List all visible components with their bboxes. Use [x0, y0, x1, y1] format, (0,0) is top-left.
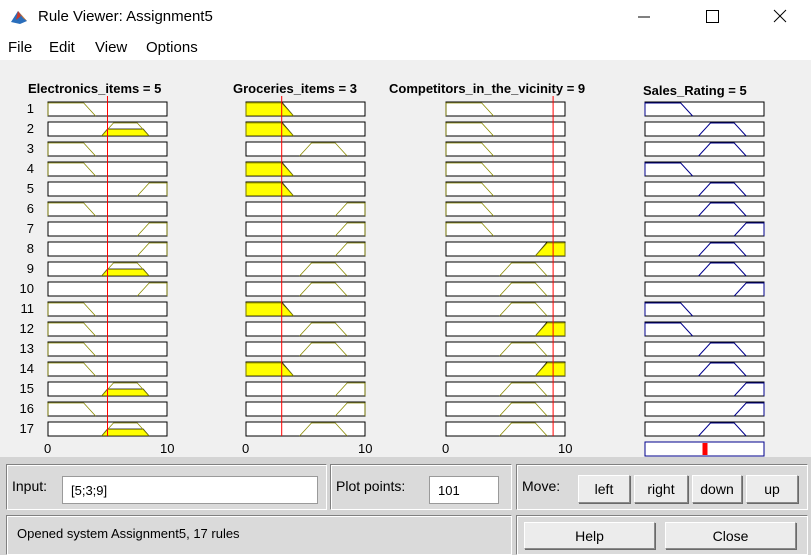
menu-edit[interactable]: Edit: [49, 39, 75, 56]
menu-options[interactable]: Options: [146, 39, 198, 56]
membership-fill: [100, 128, 151, 137]
rule-plot-area: Electronics_items = 5 Groceries_items = 3…: [0, 60, 811, 457]
rule-cell: [445, 181, 566, 197]
close-window-button[interactable]: [757, 0, 803, 34]
rule-cell: [245, 241, 366, 257]
rule-cell: [245, 401, 366, 417]
rule-number: 1: [27, 101, 34, 116]
column-title-3: Competitors_in_the_vicinity = 9: [389, 81, 585, 96]
axis-tick-label: 10: [160, 441, 174, 456]
rule-number: 8: [27, 241, 34, 256]
rule-cell: [644, 161, 765, 177]
rule-cell: [445, 201, 566, 217]
move-panel: Move: left right down up: [516, 464, 808, 510]
rule-number: 11: [21, 301, 35, 316]
rule-number: 6: [27, 201, 34, 216]
rule-number: 10: [20, 281, 34, 296]
axis-tick-label: 10: [358, 441, 372, 456]
rule-cell: [644, 301, 765, 317]
membership-fill: [100, 268, 151, 277]
rule-number: 3: [27, 141, 34, 156]
rule-cell: [644, 221, 765, 237]
menu-file[interactable]: File: [8, 39, 32, 56]
input-field[interactable]: [5;3;9]: [62, 476, 318, 504]
help-button[interactable]: Help: [524, 522, 655, 549]
close-button[interactable]: Close: [665, 522, 796, 549]
title-bar: Rule Viewer: Assignment5: [0, 0, 811, 34]
rule-cell: [245, 221, 366, 237]
status-panel: Opened system Assignment5, 17 rules: [6, 515, 512, 555]
move-left-button[interactable]: left: [578, 475, 630, 503]
move-label: Move:: [522, 478, 561, 494]
menu-bar: File Edit View Options: [0, 34, 811, 61]
rule-number: 17: [20, 421, 34, 436]
move-right-button[interactable]: right: [634, 475, 688, 503]
rule-cell: [644, 401, 765, 417]
maximize-icon: [706, 10, 719, 23]
rule-cell: [245, 201, 366, 217]
rule-cell: [245, 381, 366, 397]
window-title: Rule Viewer: Assignment5: [38, 8, 213, 25]
input-label: Input:: [12, 478, 48, 494]
membership-fill: [100, 428, 151, 437]
rule-number: 2: [27, 121, 34, 136]
rule-number: 5: [27, 181, 34, 196]
plot-points-label: Plot points:: [336, 478, 406, 494]
minimize-icon: [638, 16, 650, 18]
rule-viewer-chart[interactable]: Electronics_items = 5 Groceries_items = 3…: [0, 60, 811, 457]
rule-cell: [644, 281, 765, 297]
rule-cell: [445, 221, 566, 237]
close-icon: [773, 9, 787, 23]
column-title-4: Sales_Rating = 5: [643, 83, 747, 98]
plot-points-panel: Plot points: 101: [330, 464, 512, 510]
menu-view[interactable]: View: [95, 39, 127, 56]
matlab-app-icon: [11, 11, 27, 24]
rule-number: 13: [20, 341, 34, 356]
rule-cell: [644, 321, 765, 337]
rule-number: 15: [20, 381, 34, 396]
move-up-button[interactable]: up: [746, 475, 798, 503]
rule-cell: [445, 121, 566, 137]
rule-cell: [644, 381, 765, 397]
rule-number: 14: [20, 361, 34, 376]
move-down-button[interactable]: down: [692, 475, 742, 503]
control-area: Input: [5;3;9] Plot points: 101 Move: le…: [0, 457, 811, 555]
rule-number: 4: [27, 161, 34, 176]
action-panel: Help Close: [516, 515, 808, 555]
rule-cell: [644, 101, 765, 117]
status-text: Opened system Assignment5, 17 rules: [17, 526, 240, 541]
rule-number: 9: [27, 261, 34, 276]
plot-points-field[interactable]: 101: [429, 476, 499, 504]
maximize-button[interactable]: [689, 0, 735, 34]
column-title-1: Electronics_items = 5: [28, 81, 161, 96]
output-value-marker: [702, 443, 708, 455]
rule-cell: [445, 161, 566, 177]
input-panel: Input: [5;3;9]: [6, 464, 327, 510]
rule-cell: [445, 141, 566, 157]
axis-tick-label: 0: [442, 441, 449, 456]
axis-tick-label: 10: [558, 441, 572, 456]
membership-fill: [100, 388, 151, 397]
rule-cell: [445, 101, 566, 117]
rule-number: 16: [20, 401, 34, 416]
column-title-2: Groceries_items = 3: [233, 81, 357, 96]
minimize-button[interactable]: [621, 0, 667, 34]
axis-tick-label: 0: [44, 441, 51, 456]
rule-number: 7: [27, 221, 34, 236]
axis-tick-label: 0: [242, 441, 249, 456]
rule-number: 12: [20, 321, 34, 336]
